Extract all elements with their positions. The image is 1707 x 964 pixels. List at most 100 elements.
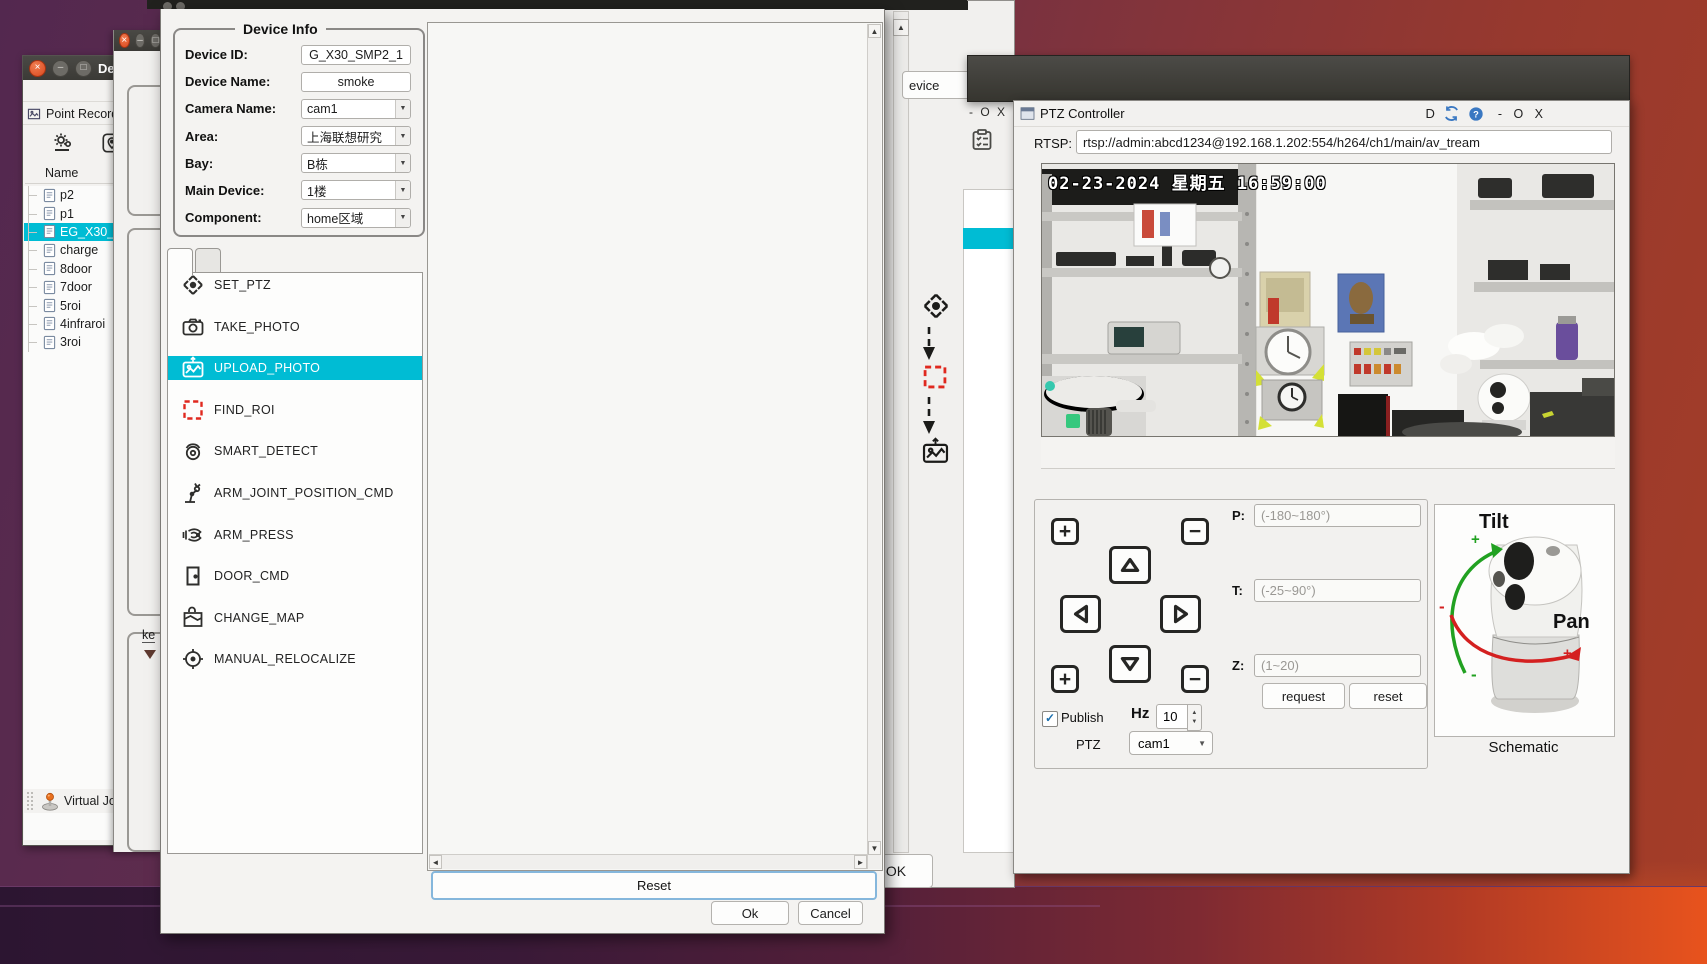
pan-right-button[interactable] [1160, 595, 1201, 633]
flow-canvas[interactable]: ▲ ▼ ◄ ► [427, 22, 883, 871]
device-field-control[interactable]: home区域▼ [301, 208, 411, 228]
clipped-combobox[interactable]: ke [142, 628, 155, 643]
device-field-combo[interactable]: B栋▼ [301, 153, 411, 173]
focus-out-button[interactable]: − [1181, 665, 1209, 693]
maximize-button[interactable]: □ [75, 60, 92, 77]
ptz-reset-button[interactable]: reset [1349, 683, 1427, 709]
device-field-control[interactable]: cam1▼ [301, 99, 411, 119]
chevron-down-icon[interactable]: ▼ [395, 181, 410, 199]
chevron-down-icon[interactable]: ▼ [395, 100, 410, 118]
device-field-input[interactable] [301, 72, 411, 92]
phase-item[interactable]: ARM_PRESS [168, 523, 422, 547]
device-field-control[interactable]: 1楼▼ [301, 180, 411, 200]
window-controls[interactable]: - O X [1498, 107, 1547, 121]
find-roi-node[interactable] [921, 363, 949, 391]
scrollbar-track[interactable] [893, 11, 909, 853]
toolbar-icon[interactable] [1345, 441, 1369, 465]
dialog-titlebar-clipped[interactable] [147, 0, 967, 9]
scroll-up-icon[interactable]: ▲ [868, 24, 881, 38]
toolbar-icon[interactable] [1209, 441, 1233, 465]
video-frame[interactable] [1041, 163, 1615, 437]
device-field-row: Device ID: [185, 44, 413, 65]
device-field-combo[interactable]: home区域▼ [301, 208, 411, 228]
scroll-right-icon[interactable]: ► [854, 855, 867, 869]
toolbar-icon[interactable] [1277, 441, 1301, 465]
help-icon[interactable]: ? [1468, 106, 1484, 122]
combobox-arrow-icon[interactable] [144, 650, 156, 665]
spinner-arrows-icon[interactable]: ▲▼ [1187, 704, 1202, 731]
zoom-out-button[interactable]: − [1181, 518, 1209, 545]
hz-spinner[interactable]: 10 ▲▼ [1156, 704, 1202, 729]
scroll-down-icon[interactable]: ▼ [868, 841, 881, 855]
scroll-up-icon[interactable]: ▲ [893, 19, 909, 36]
phase-item[interactable]: ARM_JOINT_POSITION_CMD [168, 481, 422, 505]
phase-label: MANUAL_RELOCALIZE [214, 652, 356, 666]
ptz-field-input[interactable] [1254, 654, 1421, 677]
chevron-down-icon[interactable]: ▼ [395, 127, 410, 145]
titlebar-controls: D ? - O X [1425, 105, 1547, 122]
refresh-icon[interactable] [1443, 105, 1460, 122]
rtsp-label: RTSP: [1034, 136, 1072, 151]
focus-in-button[interactable]: + [1051, 665, 1079, 693]
request-button[interactable]: request [1262, 683, 1345, 709]
pan-left-button[interactable] [1060, 595, 1101, 633]
hz-value[interactable]: 10 [1156, 704, 1187, 729]
chevron-down-icon[interactable]: ▼ [395, 209, 410, 227]
toolbar-icon[interactable] [1413, 441, 1437, 465]
tilt-down-button[interactable] [1109, 645, 1151, 683]
device-field-combo[interactable]: 1楼▼ [301, 180, 411, 200]
ok-button[interactable]: Ok [711, 901, 789, 925]
cancel-button[interactable]: Cancel [798, 901, 863, 925]
gear-icon[interactable] [51, 131, 75, 155]
device-field-combo[interactable]: cam1▼ [301, 99, 411, 119]
canvas-vertical-scrollbar[interactable]: ▲ ▼ [867, 24, 881, 869]
device-field-control[interactable] [301, 45, 411, 65]
phase-item[interactable]: TAKE_PHOTO [168, 315, 422, 339]
ok-button-label: Ok [742, 906, 759, 921]
close-button[interactable]: × [29, 60, 46, 77]
phase-item[interactable]: SET_PTZ [168, 273, 422, 297]
zoom-in-button[interactable]: + [1051, 518, 1079, 545]
minimize-button[interactable]: – [52, 60, 69, 77]
window-controls[interactable]: - O X [969, 105, 1015, 119]
phase-item[interactable]: DOOR_CMD [168, 564, 422, 588]
toolbar-icon[interactable] [1141, 441, 1165, 465]
detach-button[interactable]: D [1425, 106, 1434, 121]
ptz-camera-select[interactable]: cam1 ▼ [1129, 731, 1213, 755]
publish-checkbox[interactable]: ✓ [1042, 711, 1058, 727]
ptz-field-input[interactable] [1254, 504, 1421, 527]
rtsp-input[interactable] [1076, 130, 1612, 154]
device-field-input[interactable] [301, 45, 411, 65]
device-field-combo[interactable]: 上海联想研究▼ [301, 126, 411, 146]
phase-item[interactable]: CHANGE_MAP [168, 606, 422, 630]
device-field-row: Bay: B栋▼ [185, 153, 413, 174]
selected-row-fragment[interactable] [963, 228, 1013, 249]
phase-label: ARM_JOINT_POSITION_CMD [214, 486, 394, 500]
tab[interactable] [167, 248, 193, 275]
ptz-field-input[interactable] [1254, 579, 1421, 602]
phase-item[interactable]: MANUAL_RELOCALIZE [168, 647, 422, 671]
phase-item[interactable]: FIND_ROI [168, 398, 422, 422]
phase-item[interactable]: SMART_DETECT [168, 439, 422, 463]
set-ptz-node[interactable] [921, 291, 951, 321]
drag-handle[interactable] [26, 791, 34, 811]
tree-connector [28, 204, 41, 222]
task-list-icon[interactable] [970, 127, 994, 153]
phase-item[interactable]: UPLOAD_PHOTO [168, 356, 422, 380]
triangle-left-icon [1068, 601, 1094, 627]
device-field-control[interactable]: B栋▼ [301, 153, 411, 173]
toolbar-icon[interactable] [1073, 441, 1097, 465]
canvas-horizontal-scrollbar[interactable]: ◄ ► [429, 854, 867, 869]
device-field-control[interactable]: 上海联想研究▼ [301, 126, 411, 146]
tilt-plus-mark: + [1471, 531, 1480, 548]
window-titlebar[interactable]: PTZ Controller D ? - O X [1014, 101, 1629, 127]
chevron-down-icon[interactable]: ▼ [395, 154, 410, 172]
upload-photo-node[interactable] [921, 437, 950, 466]
reset-button[interactable]: Reset [431, 871, 877, 900]
partial-device-button[interactable]: evice [902, 71, 972, 99]
scroll-left-icon[interactable]: ◄ [429, 855, 442, 869]
tilt-label: Tilt [1479, 511, 1509, 534]
tilt-up-button[interactable] [1109, 546, 1151, 584]
device-field-control[interactable] [301, 72, 411, 92]
tab[interactable] [195, 248, 221, 273]
